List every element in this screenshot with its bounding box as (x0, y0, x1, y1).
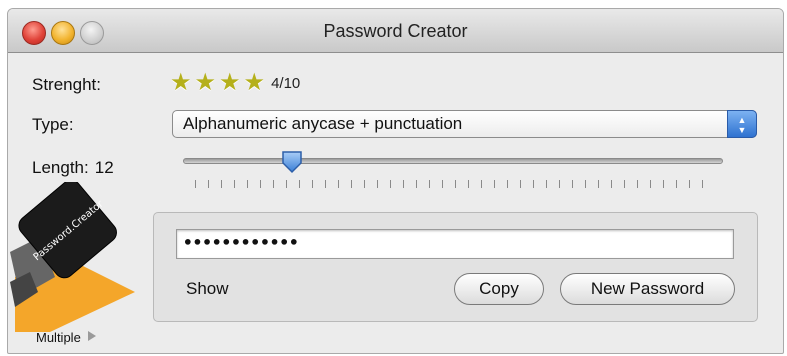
password-panel: •••••••••••• Show Copy New Password (153, 212, 758, 322)
password-field[interactable]: •••••••••••• (176, 229, 734, 259)
length-label-text: Length: (32, 158, 89, 177)
star-icon: ★ (219, 69, 241, 96)
app-logo: Password.Creator (10, 179, 140, 332)
disclosure-triangle-icon (87, 331, 96, 341)
star-icon: ★ (243, 69, 266, 96)
length-value: 12 (94, 158, 114, 177)
window-title: Password Creator (323, 21, 468, 41)
title-bar: Password Creator (8, 9, 783, 53)
copy-button[interactable]: Copy (454, 273, 544, 305)
strength-score: 4/10 (271, 74, 301, 92)
length-label: Length: 12 (32, 158, 114, 178)
length-slider[interactable] (183, 150, 723, 190)
type-select-value: Alphanumeric anycase + punctuation (183, 114, 463, 133)
slider-track[interactable] (183, 158, 723, 164)
type-select[interactable]: Alphanumeric anycase + punctuation ▲ ▼ (172, 110, 757, 138)
multiple-toggle[interactable]: Multiple (36, 330, 96, 345)
slider-thumb[interactable] (281, 150, 303, 174)
type-label: Type: (32, 115, 74, 134)
strength-label: Strenght: (32, 75, 101, 94)
show-button[interactable]: Show (186, 279, 229, 299)
select-arrows-icon: ▲ ▼ (727, 110, 757, 138)
multiple-label: Multiple (36, 330, 81, 345)
star-icon: ★ (194, 69, 217, 96)
strength-rating: ★ ★ ★ ★ 4/10 (170, 70, 300, 96)
slider-ticks (195, 180, 715, 188)
star-icon: ★ (170, 69, 192, 96)
new-password-button[interactable]: New Password (560, 273, 735, 305)
